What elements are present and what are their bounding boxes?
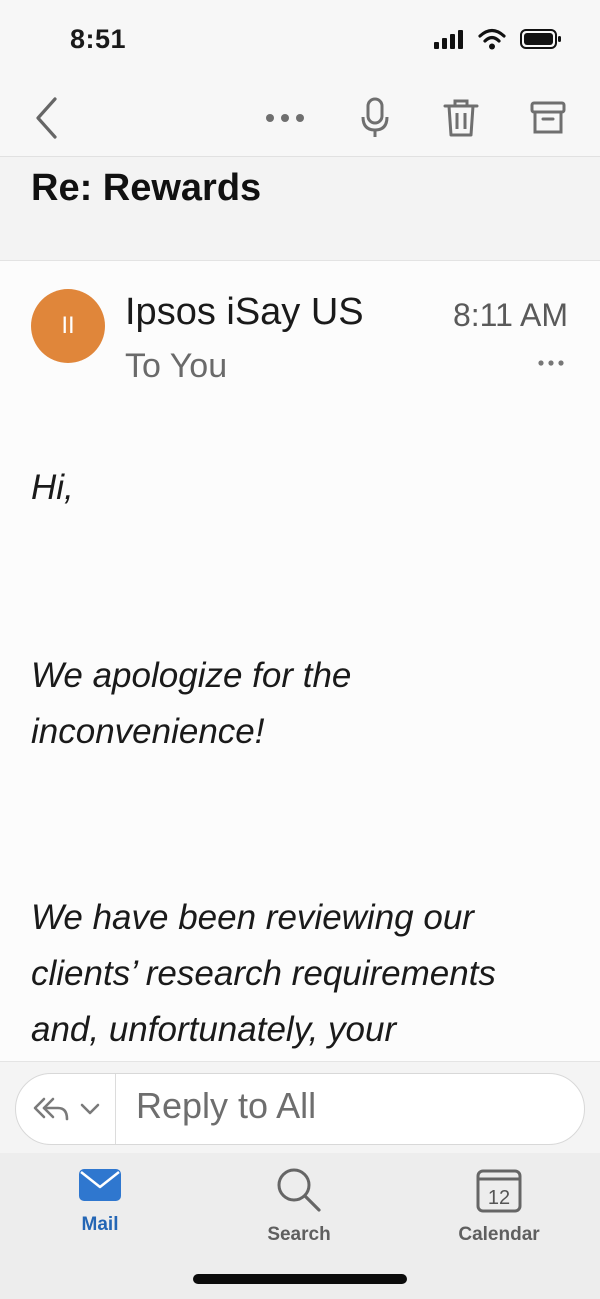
more-icon bbox=[266, 114, 304, 122]
sender-avatar[interactable]: II bbox=[31, 289, 105, 363]
reply-input[interactable]: Reply to All bbox=[136, 1085, 316, 1127]
status-icons bbox=[434, 28, 562, 50]
back-button[interactable] bbox=[18, 90, 74, 146]
dictate-button[interactable] bbox=[347, 90, 403, 146]
email-body-paragraph: We apologize for the inconvenience! bbox=[31, 656, 352, 751]
reply-all-icon bbox=[33, 1097, 68, 1121]
delete-button[interactable] bbox=[433, 90, 489, 146]
email-content[interactable]: II Ipsos iSay US To You 8:11 AM Hi, We a… bbox=[0, 261, 600, 1061]
back-icon bbox=[36, 97, 57, 139]
tab-label: Search bbox=[267, 1224, 331, 1245]
wifi-icon bbox=[478, 28, 506, 50]
tab-label: Mail bbox=[81, 1214, 119, 1235]
email-body-paragraph: Hi, bbox=[31, 468, 74, 507]
message-toolbar bbox=[0, 80, 600, 157]
email-time: 8:11 AM bbox=[452, 297, 568, 333]
tab-mail[interactable]: Mail bbox=[20, 1167, 180, 1236]
email-subject: Re: Rewards bbox=[31, 167, 262, 209]
tab-search[interactable]: Search bbox=[219, 1167, 379, 1246]
email-body-paragraph: We have been reviewing our clients’ rese… bbox=[31, 898, 496, 1049]
sender-name[interactable]: Ipsos iSay US bbox=[125, 291, 364, 334]
message-more-button[interactable] bbox=[538, 353, 564, 371]
status-time: 8:51 bbox=[70, 24, 127, 54]
more-icon bbox=[538, 360, 564, 366]
tab-label: Calendar bbox=[458, 1224, 540, 1245]
recipient-line[interactable]: To You bbox=[125, 347, 227, 386]
search-icon bbox=[277, 1168, 321, 1212]
status-bar: 8:51 bbox=[0, 0, 600, 80]
more-options-button[interactable] bbox=[257, 90, 313, 146]
archive-icon bbox=[530, 101, 566, 134]
calendar-date: 12 bbox=[488, 1187, 510, 1209]
reply-mode-button[interactable] bbox=[16, 1074, 116, 1144]
microphone-icon bbox=[361, 97, 389, 137]
tab-calendar[interactable]: 12 Calendar bbox=[419, 1167, 579, 1246]
chevron-down-icon bbox=[80, 1103, 99, 1115]
home-indicator[interactable] bbox=[193, 1274, 407, 1284]
trash-icon bbox=[443, 99, 479, 137]
signal-icon bbox=[434, 30, 463, 49]
calendar-icon: 12 bbox=[476, 1169, 522, 1213]
subject-bar: Re: Rewards bbox=[0, 157, 600, 261]
mail-icon bbox=[79, 1169, 121, 1201]
reply-box[interactable]: Reply to All bbox=[15, 1073, 585, 1145]
battery-icon bbox=[520, 29, 561, 49]
reply-bar: Reply to All bbox=[0, 1061, 600, 1154]
archive-button[interactable] bbox=[520, 90, 576, 146]
